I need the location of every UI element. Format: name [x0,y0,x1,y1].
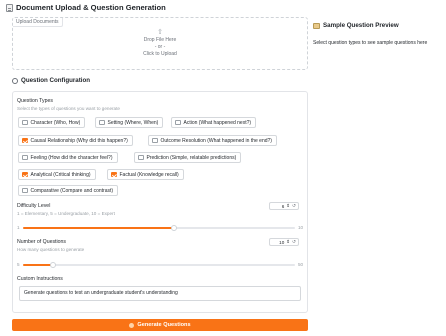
difficulty-value: 6 [281,203,285,209]
num-questions-slider[interactable] [23,262,295,268]
checkbox-box[interactable] [111,171,117,178]
custom-instructions-label: Custom Instructions [17,276,63,282]
checkbox-label: Factual (Knowledge recall) [119,171,179,178]
gear-icon [12,77,18,84]
upload-instructions: ⇧ Drop File Here - or - Click to Upload [13,29,307,58]
difficulty-slider-thumb[interactable] [170,225,177,231]
checkbox-label: Character (Who, How) [30,119,81,126]
num-questions-min: 5 [17,262,20,267]
config-title: Question Configuration [12,77,90,84]
checkbox-label: Setting (Where, When) [107,119,159,126]
difficulty-hint: 1 = Elementary, 5 = Undergraduate, 10 = … [17,211,115,216]
checkbox-box[interactable] [152,137,158,144]
checkbox-factual[interactable]: Factual (Knowledge recall) [107,169,184,180]
drop-file-text: Drop File Here [143,37,177,43]
upload-label: Upload Documents [13,18,63,27]
checkbox-box[interactable] [22,119,28,126]
checkbox-label: Action (What happened next?) [183,119,252,126]
checkbox-causal-relationship[interactable]: Causal Relationship (Why did this happen… [18,135,133,146]
difficulty-min: 1 [17,225,20,230]
page-title-text: Document Upload & Question Generation [16,3,166,12]
checkbox-box[interactable] [22,154,28,161]
checkbox-box[interactable] [175,119,181,126]
num-questions-hint: How many questions to generate [17,247,85,252]
checkbox-box[interactable] [22,137,28,144]
preview-title: Sample Question Preview [313,22,399,29]
difficulty-number-input[interactable]: 6 ⇕ ↺ [269,202,299,210]
num-questions-number-input[interactable]: 10 ⇕ ↺ [269,238,299,246]
checkbox-label: Causal Relationship (Why did this happen… [30,137,128,144]
document-icon [6,3,13,12]
num-questions-slider-thumb[interactable] [50,262,57,268]
preview-placeholder: Select question types to see sample ques… [313,40,428,46]
checkbox-setting[interactable]: Setting (Where, When) [95,117,164,128]
checkbox-label: Comparative (Compare and contrast) [30,187,114,194]
difficulty-max: 10 [298,225,304,230]
notepad-icon [313,22,320,29]
checkbox-box[interactable] [138,154,144,161]
question-types-label: Question Types [17,98,53,104]
generate-button-label: Generate Questions [137,322,191,328]
checkbox-comparative[interactable]: Comparative (Compare and contrast) [18,185,119,196]
checkbox-feeling[interactable]: Feeling (How did the character feel?) [18,152,118,163]
num-questions-max: 50 [298,262,304,267]
checkbox-analytical[interactable]: Analytical (Critical thinking) [18,169,96,180]
click-to-upload-text[interactable]: Click to Upload [13,51,307,58]
or-text: - or - [154,44,166,50]
checkbox-label: Outcome Resolution (What happened in the… [160,137,272,144]
stepper-icon[interactable]: ⇕ [286,239,290,245]
checkbox-box[interactable] [99,119,105,126]
checkbox-action[interactable]: Action (What happened next?) [171,117,257,128]
checkbox-prediction[interactable]: Prediction (Simple, relatable prediction… [134,152,242,163]
upload-dropzone[interactable]: Upload Documents ⇧ Drop File Here - or -… [12,17,308,70]
checkbox-character[interactable]: Character (Who, How) [18,117,86,128]
checkbox-label: Analytical (Critical thinking) [30,171,91,178]
checkbox-outcome-resolution[interactable]: Outcome Resolution (What happened in the… [148,135,277,146]
upload-icon: ⇧ [157,29,163,36]
page-title: Document Upload & Question Generation [6,3,166,12]
difficulty-slider[interactable] [23,225,295,231]
config-panel: Question Types Select the types of quest… [12,91,308,313]
preview-title-text: Sample Question Preview [323,22,399,29]
custom-instructions-textarea[interactable]: Generate questions to test an undergradu… [19,286,301,301]
generate-questions-button[interactable]: Generate Questions [12,319,308,331]
checkbox-label: Feeling (How did the character feel?) [30,154,113,161]
checkbox-box[interactable] [22,171,28,178]
num-questions-slider-fill [23,264,54,266]
reset-icon[interactable]: ↺ [292,203,296,209]
num-questions-label: Number of Questions [17,239,67,245]
difficulty-slider-fill [23,227,174,229]
reset-icon[interactable]: ↺ [292,239,296,245]
stepper-icon[interactable]: ⇕ [286,203,290,209]
config-title-text: Question Configuration [21,77,91,84]
difficulty-label: Difficulty Level [17,203,51,209]
checkbox-box[interactable] [22,187,28,194]
question-types-hint: Select the types of questions you want t… [17,106,120,111]
num-questions-value: 10 [279,239,285,245]
sparkle-icon [129,322,135,328]
checkbox-label: Prediction (Simple, relatable prediction… [146,154,237,161]
